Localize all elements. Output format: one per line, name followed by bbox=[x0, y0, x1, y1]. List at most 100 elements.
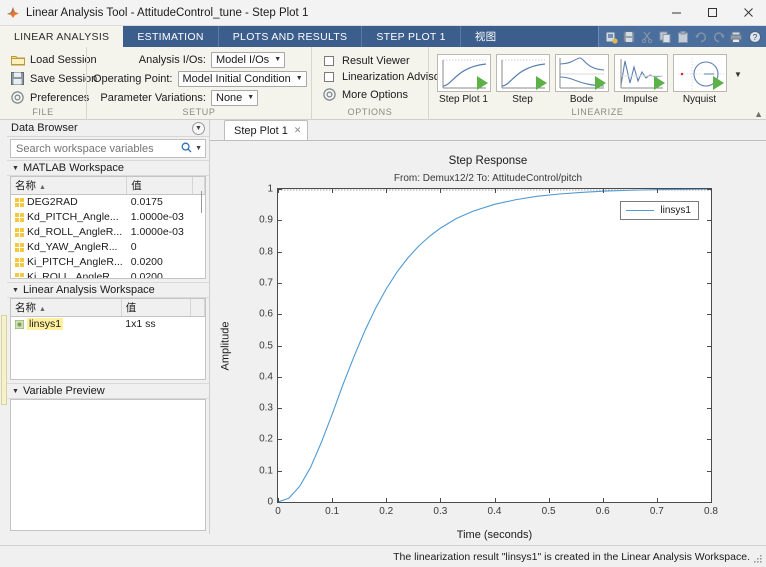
column-header-value[interactable]: 值 bbox=[121, 299, 192, 317]
search-workspace-bar[interactable]: ▼ bbox=[10, 139, 206, 158]
tab-estimation[interactable]: ESTIMATION bbox=[123, 26, 217, 47]
linearize-gallery: Step Plot 1 Step Bode Impulse Nyquist ▼ bbox=[435, 52, 746, 105]
plot-axes[interactable]: linsys1 0 0.1 0.2 0.3 0.4 0.5 0.6 0.7 0.8 0.9 1 0 0.… bbox=[259, 184, 718, 518]
step-curve-thumb bbox=[495, 54, 550, 92]
document-tab-step-plot-1[interactable]: Step Plot 1 ✕ bbox=[224, 120, 309, 140]
collapsed-panel-tab[interactable] bbox=[1, 315, 7, 405]
maximize-button[interactable] bbox=[694, 0, 730, 26]
status-bar: The linearization result "linsys1" is cr… bbox=[0, 545, 766, 567]
y-axis-tick-mark bbox=[278, 251, 282, 253]
analysis-ios-value: Model I/Os bbox=[216, 53, 270, 66]
table-row[interactable]: DEG2RAD 0.0175 bbox=[11, 195, 205, 210]
search-icon[interactable] bbox=[181, 142, 192, 156]
print-icon[interactable] bbox=[728, 28, 745, 45]
gallery-item-nyquist[interactable]: Nyquist bbox=[671, 54, 728, 105]
data-browser-panel: Data Browser ▼ ▼ ▼ MATLAB Workspace 名称▲ bbox=[7, 120, 210, 534]
search-input[interactable] bbox=[14, 141, 179, 156]
section-linear-analysis-workspace[interactable]: ▼ Linear Analysis Workspace bbox=[7, 282, 209, 298]
gallery-item-impulse[interactable]: Impulse bbox=[612, 54, 669, 105]
matlab-workspace-table: 名称 ▲ 值 DEG2RAD 0.0175 Kd_PITCH_Angle... 1… bbox=[11, 177, 205, 279]
gallery-more-button[interactable]: ▼ bbox=[730, 54, 746, 94]
y-axis-tick-mark bbox=[707, 314, 711, 316]
chart-legend[interactable]: linsys1 bbox=[620, 201, 699, 220]
variable-name: linsys1 bbox=[27, 318, 64, 331]
variable-value: 1.0000e-03 bbox=[130, 211, 184, 223]
chevron-circle-icon[interactable]: ▼ bbox=[192, 121, 205, 135]
table-row[interactable]: Kd_YAW_AngleR... 0 bbox=[11, 240, 205, 255]
close-icon[interactable]: ✕ bbox=[294, 125, 302, 136]
x-axis-tick-label: 0 bbox=[275, 506, 281, 517]
gallery-item-bode[interactable]: Bode bbox=[553, 54, 610, 105]
gallery-item-step-label: Step bbox=[512, 94, 533, 105]
ribbon-collapse-icon[interactable]: ▲ bbox=[754, 109, 763, 119]
close-button[interactable] bbox=[730, 0, 766, 26]
copy-icon[interactable] bbox=[656, 28, 673, 45]
table-row[interactable]: Ki_ROLL_AngleR... 0.0200 bbox=[11, 270, 205, 279]
table-row[interactable]: Ki_PITCH_AngleR... 0.0200 bbox=[11, 255, 205, 270]
y-axis-label-text: Amplitude bbox=[219, 321, 232, 370]
table-row[interactable]: linsys1 1x1 ss bbox=[11, 317, 205, 332]
chart-title: Step Response bbox=[448, 155, 528, 167]
section-matlab-workspace[interactable]: ▼ MATLAB Workspace bbox=[7, 160, 209, 176]
table-scrollbar[interactable] bbox=[201, 191, 202, 213]
step-response-figure: Step Response From: Demux12/2 To: Attitu… bbox=[210, 141, 766, 541]
y-axis-tick-mark bbox=[707, 282, 711, 284]
tab-step-plot-1[interactable]: STEP PLOT 1 bbox=[361, 26, 459, 47]
y-axis-tick-mark bbox=[707, 220, 711, 222]
chart-subtitle: From: Demux12/2 To: AttitudeControl/pitc… bbox=[393, 173, 583, 184]
variable-name: Ki_PITCH_AngleR... bbox=[27, 256, 123, 268]
undo-icon[interactable] bbox=[692, 28, 709, 45]
cut-icon[interactable] bbox=[638, 28, 655, 45]
data-browser-title: Data Browser bbox=[11, 122, 78, 134]
paste-icon[interactable] bbox=[674, 28, 691, 45]
variable-name: Ki_ROLL_AngleR... bbox=[27, 271, 119, 279]
resize-grip-icon[interactable] bbox=[753, 554, 763, 564]
system-icon bbox=[14, 319, 25, 330]
more-options-label: More Options bbox=[342, 88, 409, 101]
new-session-icon[interactable] bbox=[602, 28, 619, 45]
operating-point-dropdown[interactable]: Model Initial Condition ▼ bbox=[177, 70, 307, 87]
linear-analysis-workspace-table-wrap: 名称 ▲ 值 linsys1 1x1 ss bbox=[10, 298, 206, 380]
window-controls bbox=[658, 0, 766, 26]
checkbox-icon bbox=[324, 56, 334, 66]
search-options-chevron-down-icon[interactable]: ▼ bbox=[195, 145, 202, 152]
y-axis-tick-label: 0.5 bbox=[259, 340, 273, 351]
x-axis-tick-mark bbox=[602, 498, 604, 502]
impulse-curve-thumb bbox=[613, 54, 668, 92]
matlab-workspace-table-wrap: 名称 ▲ 值 DEG2RAD 0.0175 Kd_PITCH_Angle... 1… bbox=[10, 176, 206, 279]
y-axis-tick-label: 0.7 bbox=[259, 277, 273, 289]
help-icon[interactable]: ? bbox=[746, 28, 763, 45]
minimize-button[interactable] bbox=[658, 0, 694, 26]
analysis-ios-dropdown[interactable]: Model I/Os ▼ bbox=[211, 51, 286, 68]
redo-icon[interactable] bbox=[710, 28, 727, 45]
tab-view[interactable]: 视图 bbox=[459, 26, 511, 47]
legend-line-icon bbox=[626, 210, 655, 211]
ribbon-group-setup-label: SETUP bbox=[182, 107, 216, 117]
table-row[interactable]: Kd_PITCH_Angle... 1.0000e-03 bbox=[11, 210, 205, 225]
variable-icon bbox=[15, 197, 24, 207]
variable-name: Kd_ROLL_AngleR... bbox=[27, 226, 123, 238]
tab-plots-and-results[interactable]: PLOTS AND RESULTS bbox=[217, 26, 362, 47]
table-row[interactable]: Kd_ROLL_AngleR... 1.0000e-03 bbox=[11, 225, 205, 240]
run-icon bbox=[712, 76, 724, 90]
y-axis-tick-mark bbox=[707, 376, 711, 378]
column-header-name[interactable]: 名称 ▲ bbox=[11, 177, 128, 195]
x-axis-tick-label: 0.5 bbox=[541, 506, 556, 517]
quick-access-toolbar: ? bbox=[598, 26, 766, 47]
parameter-variations-dropdown[interactable]: None ▼ bbox=[211, 89, 259, 106]
gallery-item-step-plot-1[interactable]: Step Plot 1 bbox=[435, 54, 492, 105]
gallery-item-step-plot-1-label: Step Plot 1 bbox=[439, 94, 488, 105]
y-axis-tick-mark bbox=[707, 251, 711, 253]
column-header-name[interactable]: 名称 ▲ bbox=[11, 299, 122, 317]
column-header-value[interactable]: 值 bbox=[126, 177, 194, 195]
tab-linear-analysis[interactable]: LINEAR ANALYSIS bbox=[0, 26, 124, 47]
save-icon[interactable] bbox=[620, 28, 637, 45]
run-icon bbox=[476, 76, 488, 90]
data-browser-header: Data Browser ▼ bbox=[7, 120, 209, 137]
ribbon: Load Session Save Session Preferences FI… bbox=[0, 47, 766, 120]
parameter-variations-row: Parameter Variations: None ▼ bbox=[93, 89, 305, 106]
preferences-icon bbox=[10, 90, 25, 105]
section-variable-preview[interactable]: ▼ Variable Preview bbox=[7, 383, 209, 399]
y-axis-tick-mark bbox=[707, 345, 711, 347]
gallery-item-step[interactable]: Step bbox=[494, 54, 551, 105]
